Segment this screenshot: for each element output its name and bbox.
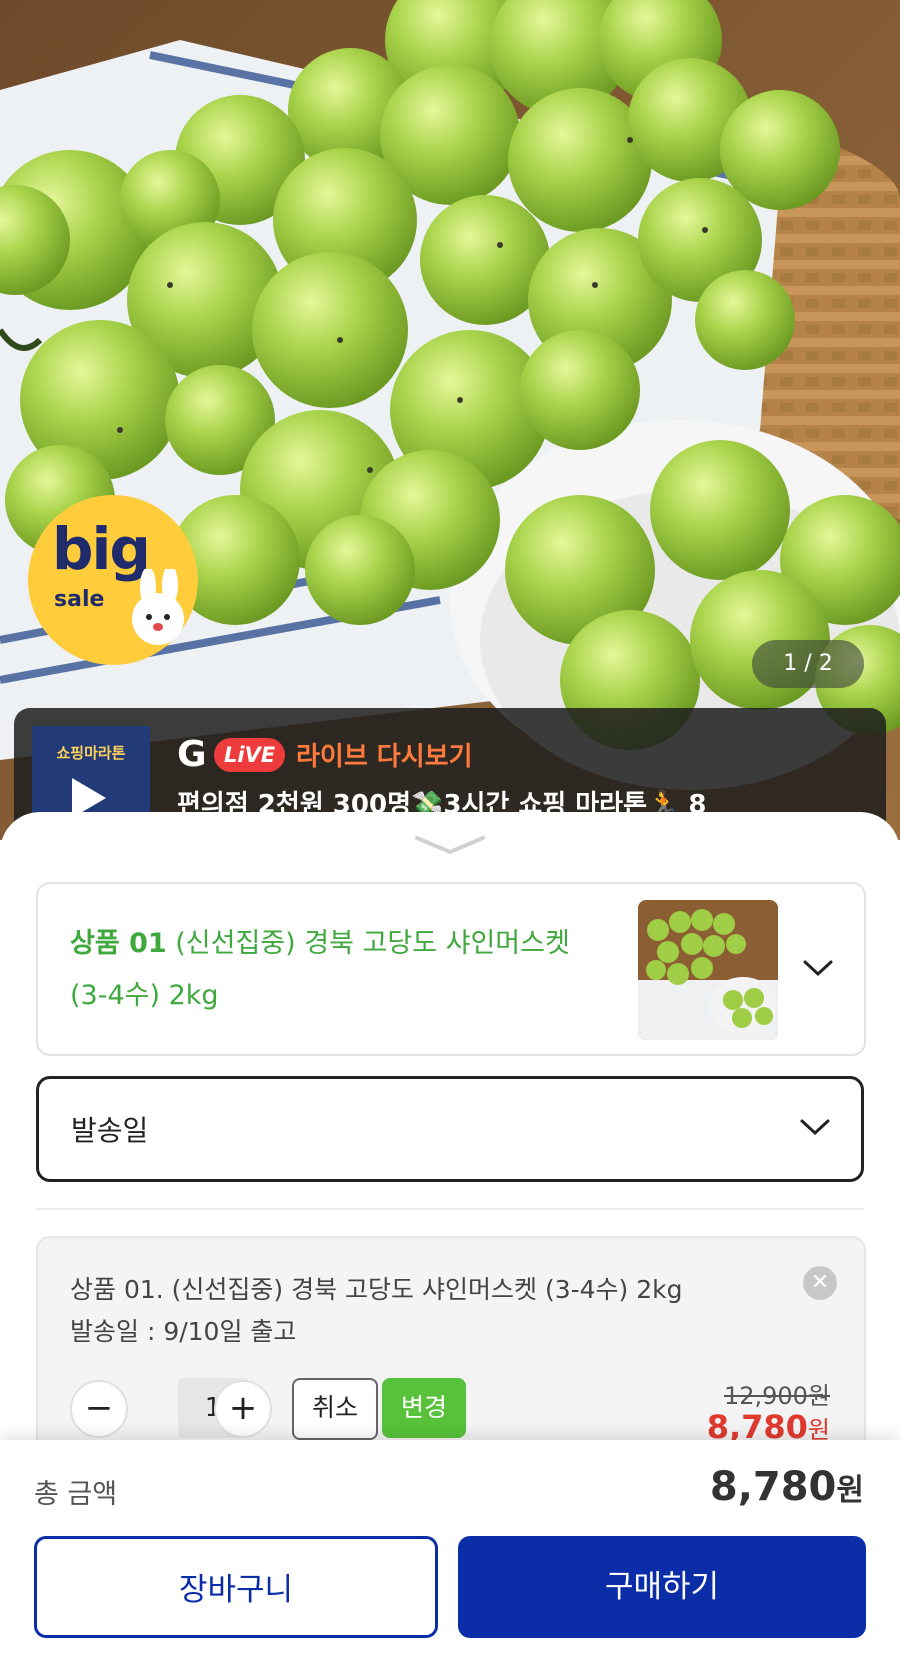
cancel-button[interactable]: 취소 xyxy=(292,1378,378,1440)
live-thumbnail-text: 쇼핑마라톤 xyxy=(56,744,126,762)
live-pill: LiVE xyxy=(214,738,286,772)
bunny-icon xyxy=(132,569,184,645)
product-option-prefix: 상품 01 xyxy=(70,928,167,959)
total-amount-currency: 원 xyxy=(836,1473,864,1508)
total-amount-label: 총 금액 xyxy=(34,1479,118,1510)
add-to-cart-button[interactable]: 장바구니 xyxy=(34,1536,438,1638)
chevron-down-icon xyxy=(800,1119,830,1136)
divider xyxy=(36,1208,864,1210)
buy-now-button[interactable]: 구매하기 xyxy=(458,1536,866,1638)
live-thumbnail[interactable]: 쇼핑마라톤 xyxy=(32,726,150,826)
glive-logo-g: G xyxy=(177,734,207,775)
shipping-date-label: 발송일 xyxy=(71,1114,149,1147)
total-amount-value: 8,780원 xyxy=(710,1464,864,1510)
original-price: 12,900원 xyxy=(723,1382,830,1410)
selected-item-name: 상품 01. (신선집중) 경북 고당도 샤인머스켓 (3-4수) 2kg xyxy=(70,1275,683,1304)
change-button[interactable]: 변경 xyxy=(382,1378,466,1438)
product-option-label: 상품 01 (신선집중) 경북 고당도 샤인머스켓 (3-4수) 2kg xyxy=(70,918,590,1022)
chevron-down-icon xyxy=(803,960,833,977)
badge-sale-text: sale xyxy=(54,587,105,612)
remove-item-button[interactable]: ✕ xyxy=(803,1266,837,1300)
close-icon: ✕ xyxy=(810,1270,830,1295)
big-sale-badge: big sale xyxy=(28,495,198,665)
product-option-select[interactable]: 상품 01 (신선집중) 경북 고당도 샤인머스켓 (3-4수) 2kg xyxy=(36,882,866,1056)
shipping-date-select[interactable]: 발송일 xyxy=(36,1076,864,1182)
quantity-increase-button[interactable]: + xyxy=(214,1380,272,1438)
image-page-counter: 1 / 2 xyxy=(752,640,864,688)
total-amount-number: 8,780 xyxy=(709,1464,837,1510)
live-replay-title: 라이브 다시보기 xyxy=(296,742,473,772)
product-image-carousel[interactable]: big sale 1 / 2 쇼핑마라톤 G LiVE 라이브 다시보기 편의점… xyxy=(0,0,900,840)
sheet-handle-chevron-icon[interactable] xyxy=(413,834,487,856)
purchase-footer: 총 금액 8,780원 장바구니 구매하기 xyxy=(0,1440,900,1661)
quantity-decrease-button[interactable]: − xyxy=(70,1380,128,1438)
product-thumbnail xyxy=(638,900,778,1040)
selected-item-shipping: 발송일 : 9/10일 출고 xyxy=(70,1317,297,1346)
